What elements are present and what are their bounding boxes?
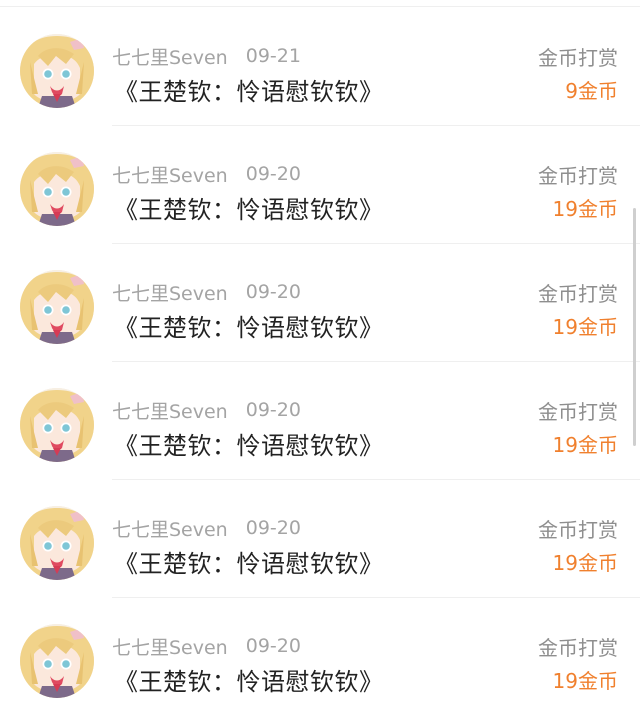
avatar[interactable] bbox=[20, 270, 94, 344]
work-title[interactable]: 《王楚钦：怜语慰钦钦》 bbox=[114, 426, 384, 461]
date: 09-20 bbox=[245, 163, 301, 185]
reward-amount: 9金币 bbox=[565, 79, 618, 103]
top-divider bbox=[0, 6, 640, 7]
reward-amount: 19金币 bbox=[552, 315, 618, 339]
username[interactable]: 七七里Seven bbox=[112, 397, 228, 424]
avatar[interactable] bbox=[20, 388, 94, 462]
anime-girl-avatar-icon bbox=[20, 388, 94, 462]
meta-line: 七七里Seven 09-20 bbox=[112, 279, 301, 305]
meta-line: 七七里Seven 09-20 bbox=[112, 515, 301, 541]
reward-amount: 19金币 bbox=[552, 197, 618, 221]
meta-line: 七七里Seven 09-20 bbox=[112, 397, 301, 423]
reward-type: 金币打赏 bbox=[538, 636, 618, 660]
anime-girl-avatar-icon bbox=[20, 152, 94, 226]
reward-type: 金币打赏 bbox=[538, 164, 618, 188]
anime-girl-avatar-icon bbox=[20, 506, 94, 580]
reward-amount: 19金币 bbox=[552, 433, 618, 457]
list-item[interactable]: 七七里Seven 09-20 《王楚钦：怜语慰钦钦》 金币打赏 19金币 bbox=[0, 480, 640, 598]
vertical-scrollbar[interactable] bbox=[633, 208, 636, 446]
reward-type: 金币打赏 bbox=[538, 282, 618, 306]
reward-type: 金币打赏 bbox=[538, 518, 618, 542]
anime-girl-avatar-icon bbox=[20, 270, 94, 344]
work-title[interactable]: 《王楚钦：怜语慰钦钦》 bbox=[114, 662, 384, 697]
username[interactable]: 七七里Seven bbox=[112, 43, 228, 70]
list-item[interactable]: 七七里Seven 09-20 《王楚钦：怜语慰钦钦》 金币打赏 19金币 bbox=[0, 362, 640, 480]
reward-amount: 19金币 bbox=[552, 669, 618, 693]
date: 09-20 bbox=[245, 517, 301, 539]
work-title[interactable]: 《王楚钦：怜语慰钦钦》 bbox=[114, 72, 384, 107]
avatar[interactable] bbox=[20, 34, 94, 108]
date: 09-20 bbox=[245, 635, 301, 657]
reward-amount: 19金币 bbox=[552, 551, 618, 575]
list-item[interactable]: 七七里Seven 09-20 《王楚钦：怜语慰钦钦》 金币打赏 19金币 bbox=[0, 244, 640, 362]
list-item[interactable]: 七七里Seven 09-20 《王楚钦：怜语慰钦钦》 金币打赏 19金币 bbox=[0, 598, 640, 716]
list-item[interactable]: 七七里Seven 09-21 《王楚钦：怜语慰钦钦》 金币打赏 9金币 bbox=[0, 8, 640, 126]
meta-line: 七七里Seven 09-20 bbox=[112, 161, 301, 187]
meta-line: 七七里Seven 09-20 bbox=[112, 633, 301, 659]
anime-girl-avatar-icon bbox=[20, 624, 94, 698]
username[interactable]: 七七里Seven bbox=[112, 279, 228, 306]
username[interactable]: 七七里Seven bbox=[112, 633, 228, 660]
username[interactable]: 七七里Seven bbox=[112, 161, 228, 188]
anime-girl-avatar-icon bbox=[20, 34, 94, 108]
date: 09-21 bbox=[245, 45, 301, 67]
meta-line: 七七里Seven 09-21 bbox=[112, 43, 301, 69]
reward-type: 金币打赏 bbox=[538, 400, 618, 424]
work-title[interactable]: 《王楚钦：怜语慰钦钦》 bbox=[114, 308, 384, 343]
avatar[interactable] bbox=[20, 152, 94, 226]
date: 09-20 bbox=[245, 281, 301, 303]
date: 09-20 bbox=[245, 399, 301, 421]
username[interactable]: 七七里Seven bbox=[112, 515, 228, 542]
avatar[interactable] bbox=[20, 506, 94, 580]
work-title[interactable]: 《王楚钦：怜语慰钦钦》 bbox=[114, 544, 384, 579]
avatar[interactable] bbox=[20, 624, 94, 698]
work-title[interactable]: 《王楚钦：怜语慰钦钦》 bbox=[114, 190, 384, 225]
list-item[interactable]: 七七里Seven 09-20 《王楚钦：怜语慰钦钦》 金币打赏 19金币 bbox=[0, 126, 640, 244]
reward-type: 金币打赏 bbox=[538, 46, 618, 70]
